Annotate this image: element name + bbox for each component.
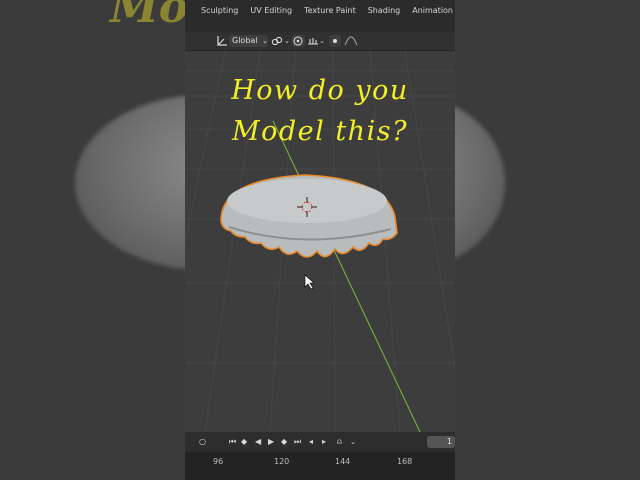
bottle-cap-object xyxy=(220,174,398,258)
keying-icon[interactable]: ○ xyxy=(199,436,206,448)
blender-window: Sculpting UV Editing Texture Paint Shadi… xyxy=(185,0,455,480)
play-icon[interactable]: ▶ xyxy=(268,436,274,448)
next-keyframe-icon[interactable]: ◆ xyxy=(281,436,287,448)
tick-label: 120 xyxy=(274,457,290,466)
viewport-header: Global ⌄ ⌄ ⌄ xyxy=(185,32,455,51)
timeline-editor: ○ ⏮ ◆ ◀ ▶ ◆ ⏭ ◂ ▸ ⍝ ⌄ 1 96 120 144 168 xyxy=(185,432,455,480)
prev-keyframe-icon[interactable]: ◆ xyxy=(241,436,247,448)
snap-element-icon[interactable] xyxy=(307,35,319,47)
link-icon[interactable] xyxy=(271,35,283,47)
proportional-toggle-icon[interactable] xyxy=(329,35,341,47)
playback-controls: ○ ⏮ ◆ ◀ ▶ ◆ ⏭ ◂ ▸ ⍝ ⌄ 1 xyxy=(185,432,455,452)
mouse-pointer-icon xyxy=(304,274,315,290)
transform-orientation-icon xyxy=(216,35,228,47)
tick-label: 96 xyxy=(213,457,224,466)
tab-texture-paint[interactable]: Texture Paint xyxy=(298,0,362,18)
chevron-down-icon[interactable]: ⌄ xyxy=(350,436,356,448)
background-left-panel: Model this? xyxy=(0,0,185,480)
overlay-title-line-2: Model this? xyxy=(231,116,409,147)
auto-keying-icon[interactable]: ⍝ xyxy=(337,436,342,448)
proportional-editing-icon[interactable] xyxy=(292,35,305,47)
jump-start-icon[interactable]: ⏮ xyxy=(229,436,236,448)
3d-viewport[interactable]: How do you Model this? xyxy=(185,51,455,432)
falloff-curve-icon[interactable] xyxy=(344,35,358,47)
background-right-panel xyxy=(455,0,640,480)
tick-label: 144 xyxy=(335,457,351,466)
jump-end-icon[interactable]: ⏭ xyxy=(294,436,301,448)
tab-uv-editing[interactable]: UV Editing xyxy=(244,0,298,18)
prev-marker-icon[interactable]: ◂ xyxy=(309,436,313,448)
tab-sculpting[interactable]: Sculpting xyxy=(185,0,244,18)
overlay-title-line-1: How do you xyxy=(231,75,409,106)
tab-animation[interactable]: Animation xyxy=(406,0,455,18)
play-reverse-icon[interactable]: ◀ xyxy=(255,436,261,448)
next-marker-icon[interactable]: ▸ xyxy=(322,436,326,448)
transform-orientation-dropdown[interactable]: Global ⌄ xyxy=(229,35,268,47)
background-blurred-text: Model this? xyxy=(110,0,185,33)
workspace-header: Sculpting UV Editing Texture Paint Shadi… xyxy=(185,0,455,32)
background-blurred-cap xyxy=(75,95,185,270)
viewport-grid xyxy=(185,51,455,432)
y-axis-line xyxy=(272,120,421,432)
chevron-down-icon: ⌄ xyxy=(262,37,268,45)
background-blurred-cap xyxy=(455,95,505,270)
timeline-ruler[interactable]: 96 120 144 168 xyxy=(185,452,455,480)
orientation-label: Global xyxy=(232,36,258,45)
tab-shading[interactable]: Shading xyxy=(362,0,407,18)
chevron-down-icon[interactable]: ⌄ xyxy=(319,35,325,47)
tick-label: 168 xyxy=(397,457,413,466)
chevron-down-icon[interactable]: ⌄ xyxy=(284,35,290,47)
current-frame-field[interactable]: 1 xyxy=(427,436,455,448)
workspace-tabs: Sculpting UV Editing Texture Paint Shadi… xyxy=(185,0,455,18)
